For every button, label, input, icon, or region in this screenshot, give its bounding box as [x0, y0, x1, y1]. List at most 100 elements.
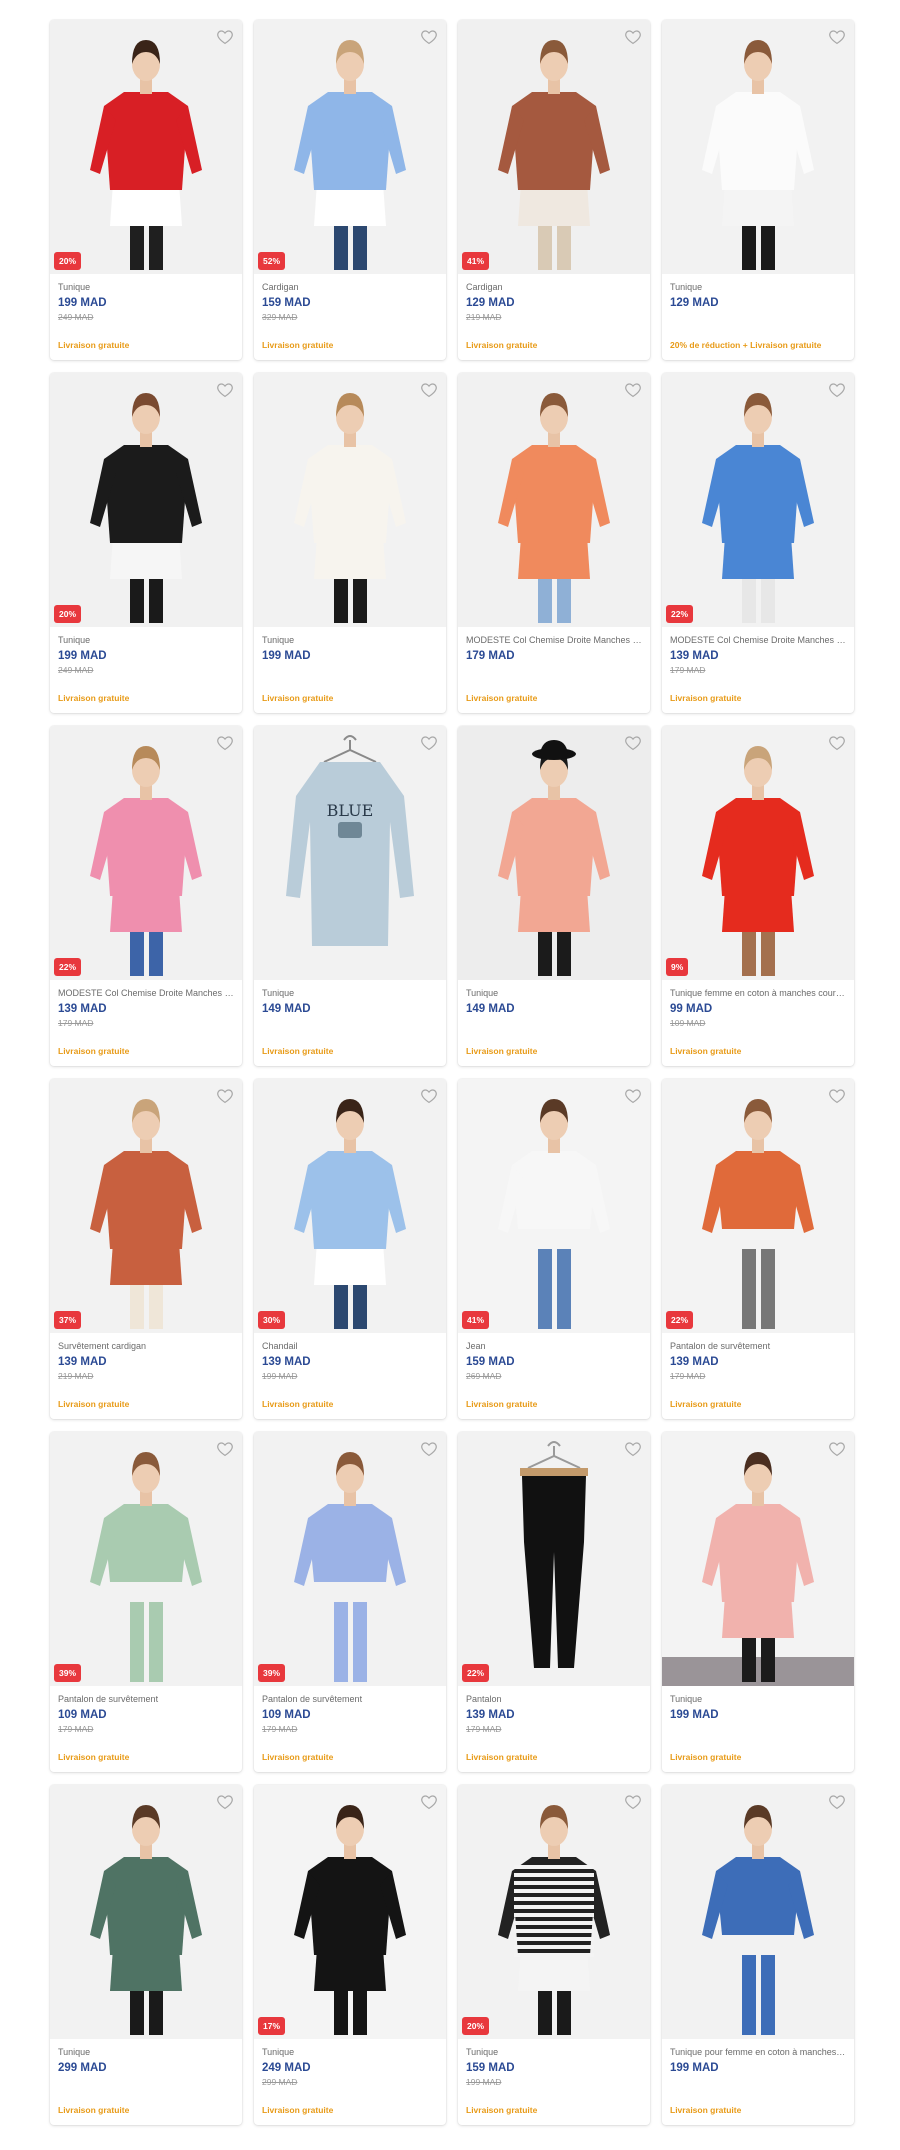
heart-icon[interactable]	[828, 381, 846, 399]
product-title[interactable]: Tunique	[262, 2047, 438, 2058]
product-card[interactable]: 37% Survêtement cardigan 139 MAD 219 MAD…	[50, 1079, 242, 1419]
product-title[interactable]: Tunique	[466, 2047, 642, 2058]
product-title[interactable]: Tunique	[262, 635, 438, 646]
product-card[interactable]: Tunique 149 MAD Livraison gratuite	[458, 726, 650, 1066]
heart-icon[interactable]	[216, 381, 234, 399]
product-title[interactable]: Pantalon de survêtement	[58, 1694, 234, 1705]
product-title[interactable]: Tunique	[58, 635, 234, 646]
heart-icon[interactable]	[420, 1087, 438, 1105]
product-title[interactable]: MODESTE Col Chemise Droite Manches Longu…	[58, 988, 234, 999]
product-card[interactable]: 20% Tunique 199 MAD 249 MAD Livraison gr…	[50, 373, 242, 713]
product-title[interactable]: Pantalon de survêtement	[670, 1341, 846, 1352]
product-title[interactable]: Tunique	[262, 988, 438, 999]
product-title[interactable]: Cardigan	[262, 282, 438, 293]
product-card[interactable]: 41% Cardigan 129 MAD 219 MAD Livraison g…	[458, 20, 650, 360]
heart-icon[interactable]	[828, 734, 846, 752]
product-title[interactable]: Pantalon de survêtement	[262, 1694, 438, 1705]
product-image[interactable]: 22%	[662, 1079, 854, 1333]
heart-icon[interactable]	[624, 734, 642, 752]
heart-icon[interactable]	[216, 734, 234, 752]
product-card[interactable]: 39% Pantalon de survêtement 109 MAD 179 …	[254, 1432, 446, 1772]
product-title[interactable]: Chandail	[262, 1341, 438, 1352]
product-title[interactable]: Survêtement cardigan	[58, 1341, 234, 1352]
heart-icon[interactable]	[624, 1440, 642, 1458]
product-image[interactable]	[254, 373, 446, 627]
product-card[interactable]: 22% Pantalon de survêtement 139 MAD 179 …	[662, 1079, 854, 1419]
product-card[interactable]: Tunique pour femme en coton à manches lo…	[662, 1785, 854, 2125]
product-image[interactable]: 52%	[254, 20, 446, 274]
product-image[interactable]: BLUE	[254, 726, 446, 980]
heart-icon[interactable]	[216, 1440, 234, 1458]
product-card[interactable]: Tunique 129 MAD 20% de réduction + Livra…	[662, 20, 854, 360]
product-grid: 20% Tunique 199 MAD 249 MAD Livraison gr…	[50, 20, 854, 2125]
product-title[interactable]: Jean	[466, 1341, 642, 1352]
heart-icon[interactable]	[216, 1087, 234, 1105]
product-image[interactable]	[458, 726, 650, 980]
product-image[interactable]: 39%	[50, 1432, 242, 1686]
product-title[interactable]: Tunique	[58, 2047, 234, 2058]
product-image[interactable]	[458, 373, 650, 627]
heart-icon[interactable]	[828, 1793, 846, 1811]
product-image[interactable]: 9%	[662, 726, 854, 980]
product-card[interactable]: Tunique 199 MAD Livraison gratuite	[662, 1432, 854, 1772]
product-card[interactable]: Tunique 299 MAD Livraison gratuite	[50, 1785, 242, 2125]
product-image[interactable]: 17%	[254, 1785, 446, 2039]
product-card[interactable]: 22% Pantalon 139 MAD 179 MAD Livraison g…	[458, 1432, 650, 1772]
product-image[interactable]: 41%	[458, 1079, 650, 1333]
product-title[interactable]: Tunique femme en coton à manches courtes	[670, 988, 846, 999]
product-image[interactable]	[662, 20, 854, 274]
product-photo	[662, 1785, 854, 2039]
product-card[interactable]: 20% Tunique 159 MAD 199 MAD Livraison gr…	[458, 1785, 650, 2125]
product-card[interactable]: 41% Jean 159 MAD 269 MAD Livraison gratu…	[458, 1079, 650, 1419]
heart-icon[interactable]	[216, 28, 234, 46]
product-image[interactable]	[662, 1432, 854, 1686]
product-image[interactable]: 30%	[254, 1079, 446, 1333]
product-image[interactable]: 20%	[458, 1785, 650, 2039]
heart-icon[interactable]	[420, 734, 438, 752]
product-card[interactable]: 52% Cardigan 159 MAD 329 MAD Livraison g…	[254, 20, 446, 360]
product-photo	[50, 1079, 242, 1333]
product-image[interactable]: 22%	[50, 726, 242, 980]
heart-icon[interactable]	[828, 28, 846, 46]
product-title[interactable]: Pantalon	[466, 1694, 642, 1705]
heart-icon[interactable]	[216, 1793, 234, 1811]
product-image[interactable]: 20%	[50, 373, 242, 627]
heart-icon[interactable]	[624, 1087, 642, 1105]
product-card[interactable]: 30% Chandail 139 MAD 199 MAD Livraison g…	[254, 1079, 446, 1419]
product-card[interactable]: Tunique 199 MAD Livraison gratuite	[254, 373, 446, 713]
product-card[interactable]: 22% MODESTE Col Chemise Droite Manches L…	[50, 726, 242, 1066]
product-image[interactable]: 22%	[458, 1432, 650, 1686]
heart-icon[interactable]	[828, 1087, 846, 1105]
heart-icon[interactable]	[420, 28, 438, 46]
heart-icon[interactable]	[420, 1793, 438, 1811]
product-card[interactable]: 39% Pantalon de survêtement 109 MAD 179 …	[50, 1432, 242, 1772]
product-title[interactable]: MODESTE Col Chemise Droite Manches Longu…	[670, 635, 846, 646]
product-title[interactable]: Tunique	[466, 988, 642, 999]
heart-icon[interactable]	[828, 1440, 846, 1458]
product-title[interactable]: Tunique	[58, 282, 234, 293]
product-card[interactable]: 9% Tunique femme en coton à manches cour…	[662, 726, 854, 1066]
heart-icon[interactable]	[624, 28, 642, 46]
product-title[interactable]: Tunique	[670, 1694, 846, 1705]
product-card[interactable]: 17% Tunique 249 MAD 299 MAD Livraison gr…	[254, 1785, 446, 2125]
product-card[interactable]: 20% Tunique 199 MAD 249 MAD Livraison gr…	[50, 20, 242, 360]
product-title[interactable]: Tunique pour femme en coton à manches lo…	[670, 2047, 846, 2058]
product-card[interactable]: BLUE Tunique 149 MAD Livraison gratuite	[254, 726, 446, 1066]
product-image[interactable]: 22%	[662, 373, 854, 627]
product-image[interactable]: 39%	[254, 1432, 446, 1686]
product-card[interactable]: 22% MODESTE Col Chemise Droite Manches L…	[662, 373, 854, 713]
product-image[interactable]: 37%	[50, 1079, 242, 1333]
product-title[interactable]: MODESTE Col Chemise Droite Manches Longu…	[466, 635, 642, 646]
product-image[interactable]	[662, 1785, 854, 2039]
product-image[interactable]	[50, 1785, 242, 2039]
heart-icon[interactable]	[624, 381, 642, 399]
product-card[interactable]: MODESTE Col Chemise Droite Manches Longu…	[458, 373, 650, 713]
shipping-label: Livraison gratuite	[58, 1046, 130, 1056]
heart-icon[interactable]	[420, 381, 438, 399]
product-image[interactable]: 20%	[50, 20, 242, 274]
heart-icon[interactable]	[624, 1793, 642, 1811]
heart-icon[interactable]	[420, 1440, 438, 1458]
product-image[interactable]: 41%	[458, 20, 650, 274]
product-title[interactable]: Tunique	[670, 282, 846, 293]
product-title[interactable]: Cardigan	[466, 282, 642, 293]
